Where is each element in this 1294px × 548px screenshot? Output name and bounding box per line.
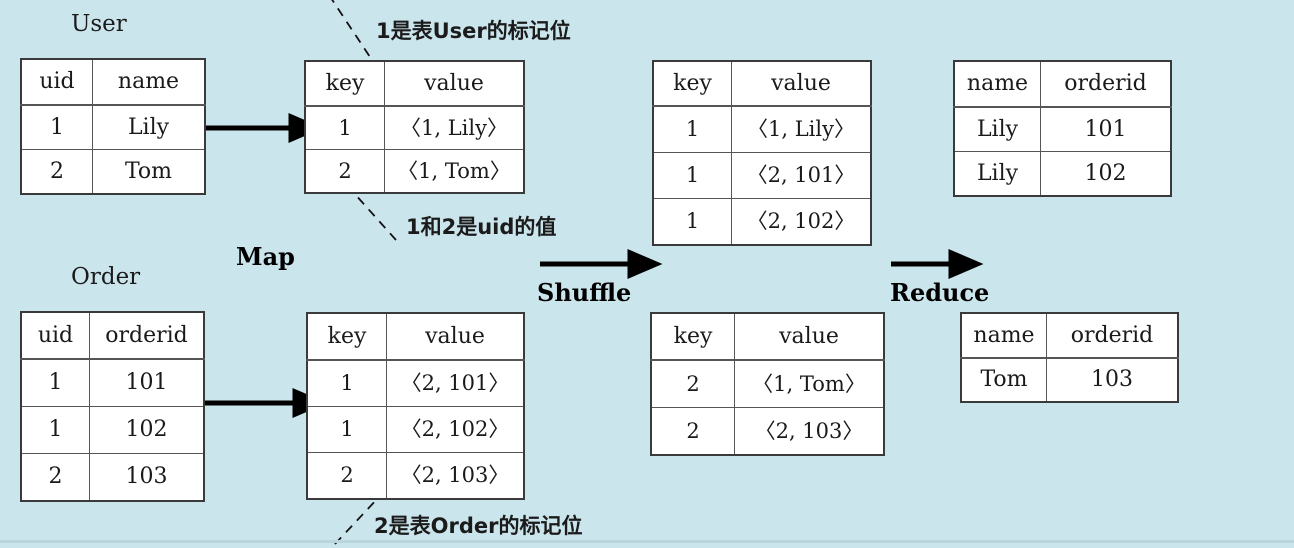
table-map-order-output: key value 1 〈2, 101〉 1 〈2, 102〉 2 〈2, 10… [306, 312, 525, 500]
cell: 〈2, 101〉 [731, 152, 872, 199]
cell: Lily [953, 106, 1041, 152]
column-header: value [384, 60, 525, 107]
reduce-arrow [891, 249, 984, 279]
column-header: uid [20, 311, 90, 360]
table-row: 1 〈2, 101〉 [652, 152, 872, 199]
cell: 101 [1040, 106, 1172, 152]
column-header: value [386, 312, 525, 361]
cell: 〈1, Tom〉 [384, 149, 525, 194]
user-table-title: User [71, 11, 127, 37]
annotation-uid-values: 1和2是uid的值 [406, 215, 557, 239]
shuffle-arrow [540, 249, 663, 279]
table-row: key value [306, 312, 525, 361]
column-header: key [650, 312, 735, 361]
cell: 103 [89, 453, 205, 502]
stage-label-map: Map [236, 242, 295, 271]
table-row: 2 〈1, Tom〉 [304, 149, 525, 194]
cell: 2 [306, 452, 387, 500]
cell: 〈2, 103〉 [734, 407, 885, 456]
cell: 〈2, 102〉 [386, 406, 525, 453]
table-row: 2 〈2, 103〉 [650, 407, 885, 456]
cell: 2 [650, 359, 735, 408]
table-row: 1 〈1, Lily〉 [652, 105, 872, 153]
cell: 1 [652, 198, 732, 246]
column-header: key [304, 60, 385, 107]
cell: 1 [20, 358, 90, 407]
cell: 101 [89, 358, 205, 407]
map-arrow-user [203, 113, 324, 143]
stage-label-shuffle: Shuffle [537, 278, 632, 307]
column-header: value [731, 60, 872, 107]
cell: 1 [306, 359, 387, 407]
table-row: name orderid [960, 312, 1179, 359]
cell: 〈1, Lily〉 [384, 105, 525, 150]
column-header: key [306, 312, 387, 361]
table-row: 2 103 [20, 453, 205, 502]
cell: Tom [960, 357, 1047, 403]
table-user-source: uid name 1 Lily 2 Tom [20, 58, 206, 195]
cell: Lily [92, 104, 206, 150]
table-order-source: uid orderid 1 101 1 102 2 103 [20, 311, 205, 502]
stage-label-reduce: Reduce [890, 278, 990, 307]
column-header: value [734, 312, 885, 361]
cell: 1 [304, 105, 385, 150]
cell: Lily [953, 151, 1041, 197]
cell: 〈2, 103〉 [386, 452, 525, 500]
cell: 1 [306, 406, 387, 453]
cell: 102 [89, 406, 205, 454]
cell: 1 [652, 152, 732, 199]
column-header: key [652, 60, 732, 107]
table-row: 1 〈2, 101〉 [306, 359, 525, 407]
table-row: Lily 101 [953, 106, 1172, 152]
cell: 1 [20, 104, 93, 150]
table-row: 2 Tom [20, 149, 206, 195]
column-header: uid [20, 58, 93, 106]
column-header: orderid [1046, 312, 1179, 359]
cell: 103 [1046, 357, 1179, 403]
table-row: 2 〈2, 103〉 [306, 452, 525, 500]
cell: 2 [650, 407, 735, 456]
table-row: key value [650, 312, 885, 361]
column-header: name [92, 58, 206, 106]
table-reduce-output-tom: name orderid Tom 103 [960, 312, 1179, 403]
table-map-user-output: key value 1 〈1, Lily〉 2 〈1, Tom〉 [304, 60, 525, 194]
table-row: 1 〈1, Lily〉 [304, 105, 525, 150]
table-row: 1 Lily [20, 104, 206, 150]
cell: 1 [20, 406, 90, 454]
cell: 〈1, Tom〉 [734, 359, 885, 408]
table-row: key value [652, 60, 872, 107]
column-header: orderid [89, 311, 205, 360]
cell: Tom [92, 149, 206, 195]
cell: 〈1, Lily〉 [731, 105, 872, 153]
table-row: Tom 103 [960, 357, 1179, 403]
map-arrow-order [203, 388, 328, 418]
table-row: name orderid [953, 60, 1172, 108]
cell: 2 [20, 149, 93, 195]
cell: 2 [20, 453, 90, 502]
table-row: 1 101 [20, 358, 205, 407]
table-shuffle-key1: key value 1 〈1, Lily〉 1 〈2, 101〉 1 〈2, 1… [652, 60, 872, 246]
table-shuffle-key2: key value 2 〈1, Tom〉 2 〈2, 103〉 [650, 312, 885, 456]
column-header: name [960, 312, 1047, 359]
column-header: orderid [1040, 60, 1172, 108]
cell: 2 [304, 149, 385, 194]
table-row: 2 〈1, Tom〉 [650, 359, 885, 408]
table-row: 1 〈2, 102〉 [652, 198, 872, 246]
order-table-title: Order [71, 264, 141, 290]
cell: 〈2, 102〉 [731, 198, 872, 246]
table-reduce-output-lily: name orderid Lily 101 Lily 102 [953, 60, 1172, 197]
table-row: 1 〈2, 102〉 [306, 406, 525, 453]
cell: 102 [1040, 151, 1172, 197]
table-row: uid orderid [20, 311, 205, 360]
cell: 〈2, 101〉 [386, 359, 525, 407]
table-row: 1 102 [20, 406, 205, 454]
column-header: name [953, 60, 1041, 108]
table-row: uid name [20, 58, 206, 106]
table-row: Lily 102 [953, 151, 1172, 197]
table-row: key value [304, 60, 525, 107]
cell: 1 [652, 105, 732, 153]
diagram-canvas: User Order Map Shuffle Reduce 1是表User的标记… [0, 0, 1294, 545]
